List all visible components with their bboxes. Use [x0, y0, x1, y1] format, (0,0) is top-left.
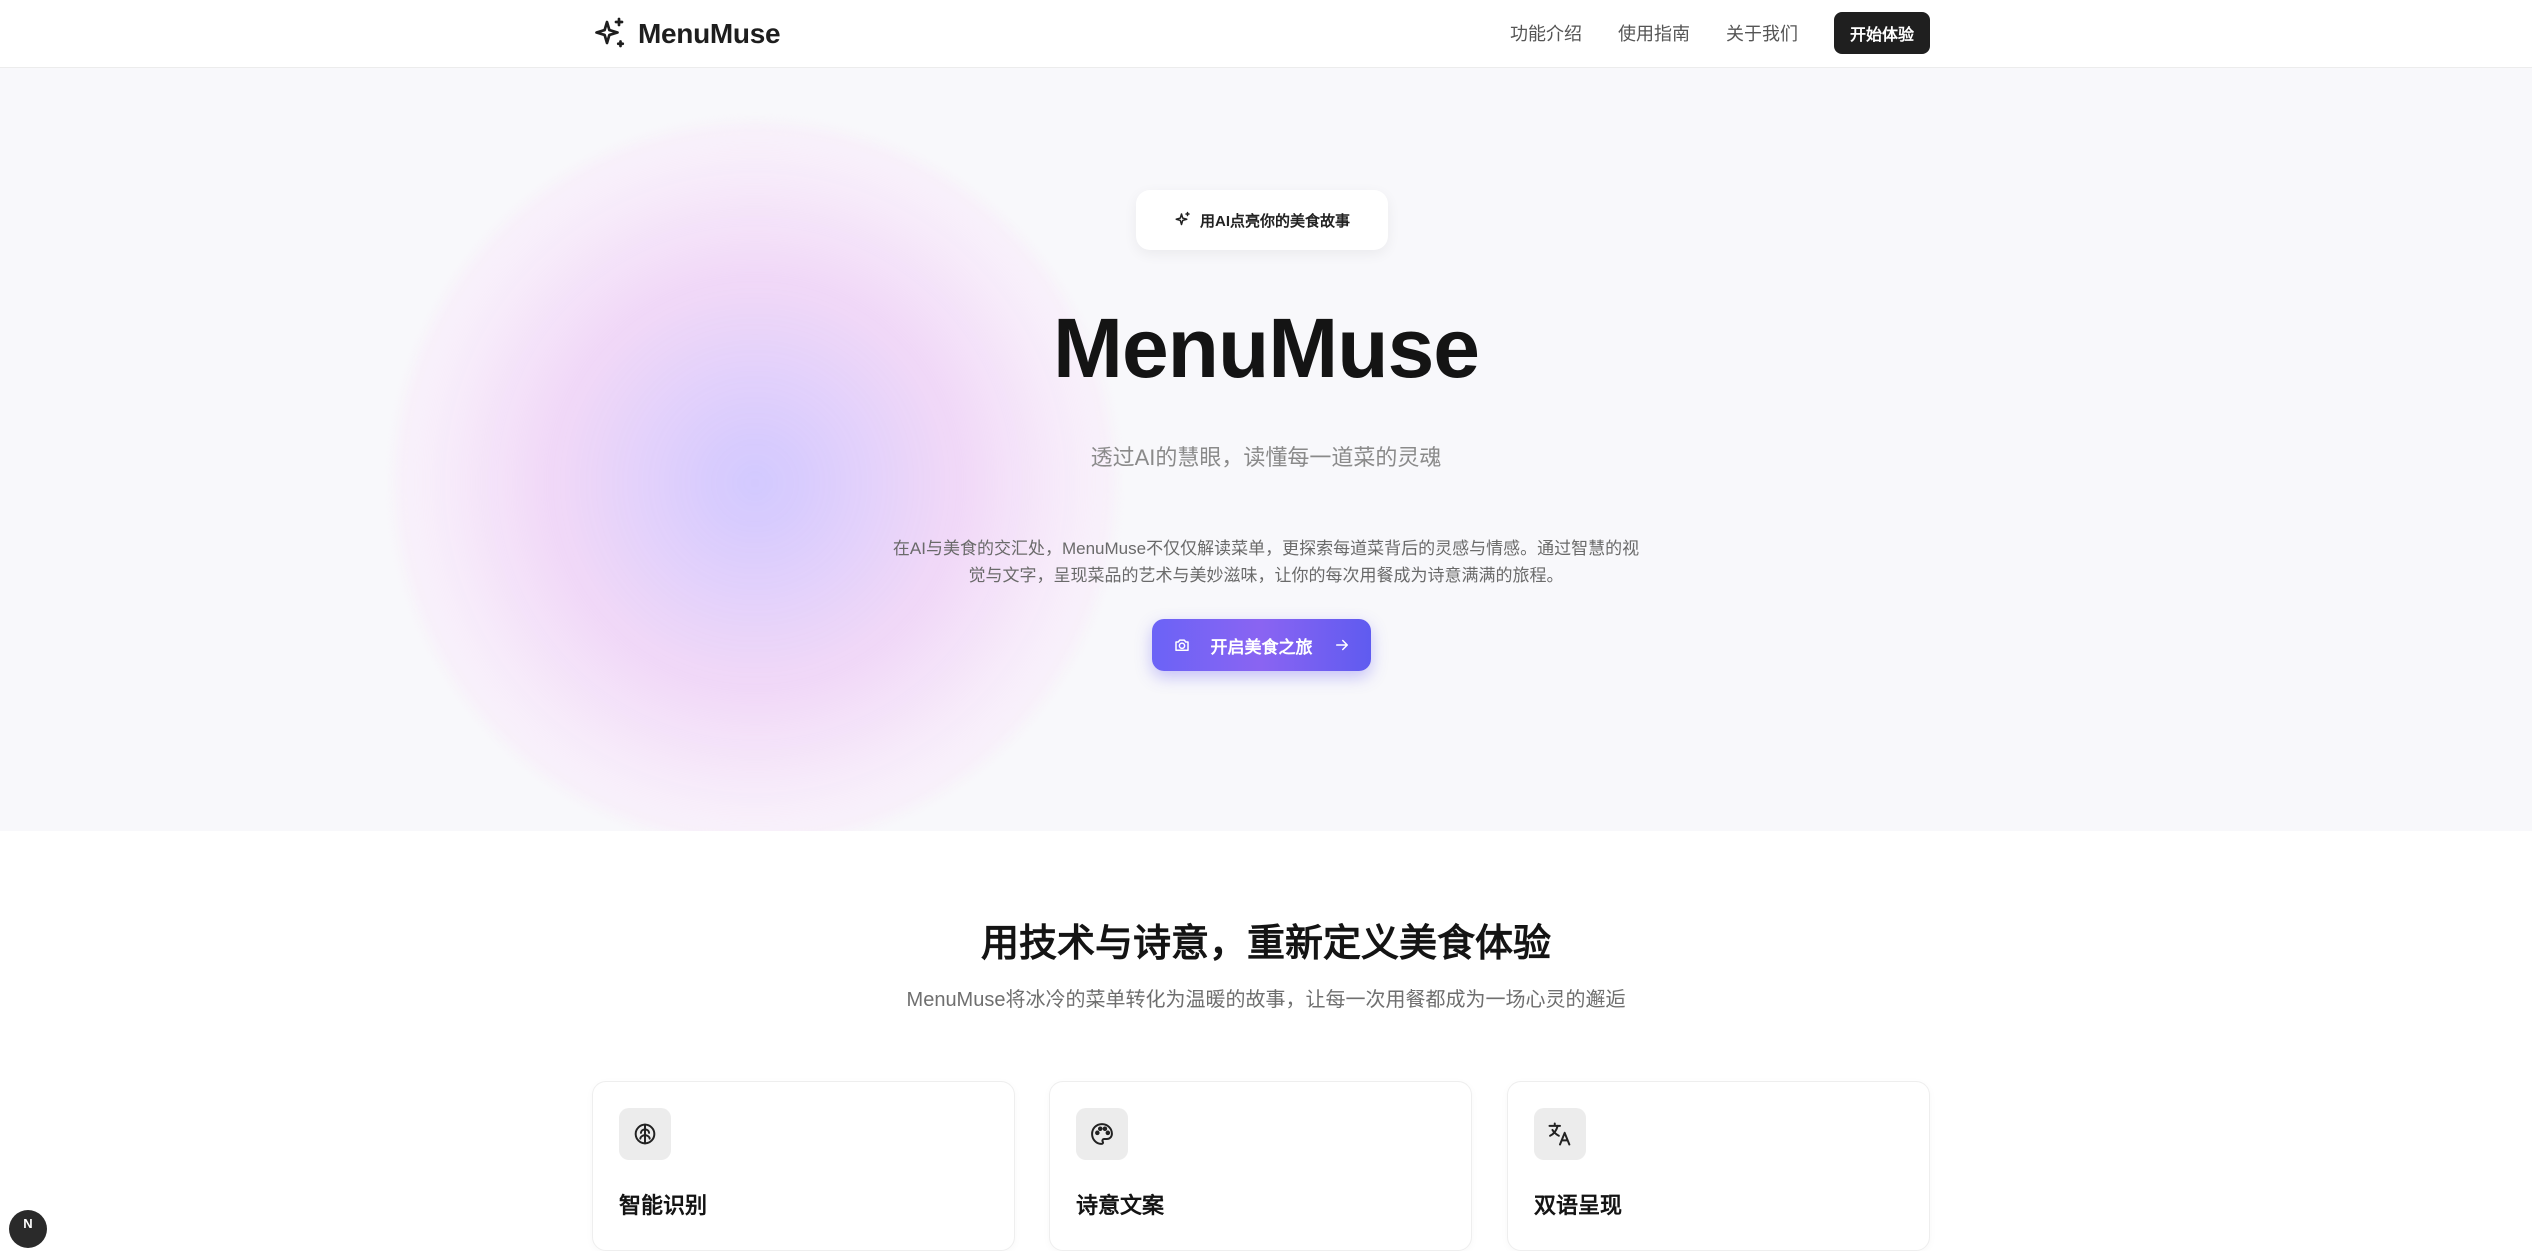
- feature-card-title: 智能识别: [619, 1193, 708, 1218]
- feature-icon-box: [1076, 1108, 1128, 1160]
- brain-icon: [634, 1123, 656, 1145]
- decorative-gradient-blob: [395, 123, 1115, 831]
- camera-icon: [1174, 639, 1189, 651]
- main-nav: 功能介绍 使用指南 关于我们 开始体验: [1510, 12, 1930, 54]
- sparkles-icon: [595, 17, 625, 48]
- feature-icon-box: [619, 1108, 671, 1160]
- start-food-journey-label: 开启美食之旅: [1210, 637, 1313, 657]
- nav-link-features[interactable]: 功能介绍: [1510, 20, 1582, 46]
- sparkles-icon: [1175, 211, 1190, 226]
- nav-link-guide[interactable]: 使用指南: [1618, 20, 1690, 46]
- nav-link-about[interactable]: 关于我们: [1726, 20, 1798, 46]
- hero-badge: 用AI点亮你的美食故事: [1136, 190, 1388, 250]
- features-title: 用技术与诗意，重新定义美食体验: [980, 923, 1551, 965]
- start-food-journey-button[interactable]: 开启美食之旅: [1152, 619, 1371, 671]
- feature-card-title: 双语呈现: [1534, 1193, 1623, 1218]
- arrow-right-icon: [1335, 639, 1348, 651]
- palette-icon: [1091, 1123, 1113, 1145]
- brand-logo[interactable]: MenuMuse: [592, 14, 781, 54]
- feature-card-title: 诗意文案: [1076, 1193, 1165, 1218]
- hero-subtitle: 透过AI的慧眼，读懂每一道菜的灵魂: [1090, 445, 1442, 470]
- feature-icon-box: [1534, 1108, 1586, 1160]
- hero-section: 用AI点亮你的美食故事 MenuMuse 透过AI的慧眼，读懂每一道菜的灵魂 在…: [0, 68, 2532, 831]
- translate-icon: [1548, 1122, 1571, 1146]
- features-subtitle: MenuMuse将冰冷的菜单转化为温暖的故事，让每一次用餐都成为一场心灵的邂逅: [906, 989, 1626, 1011]
- start-trial-button[interactable]: 开始体验: [1834, 12, 1930, 54]
- hero-title: MenuMuse: [1052, 301, 1480, 395]
- brand-name: MenuMuse: [638, 18, 781, 49]
- top-navbar: MenuMuse 功能介绍 使用指南 关于我们 开始体验: [0, 0, 2532, 68]
- floating-corner-button[interactable]: N: [9, 1210, 47, 1248]
- hero-badge-text: 用AI点亮你的美食故事: [1199, 212, 1350, 230]
- hero-description: 在AI与美食的交汇处，MenuMuse不仅仅解读菜单，更探索每道菜背后的灵感与情…: [892, 539, 1640, 585]
